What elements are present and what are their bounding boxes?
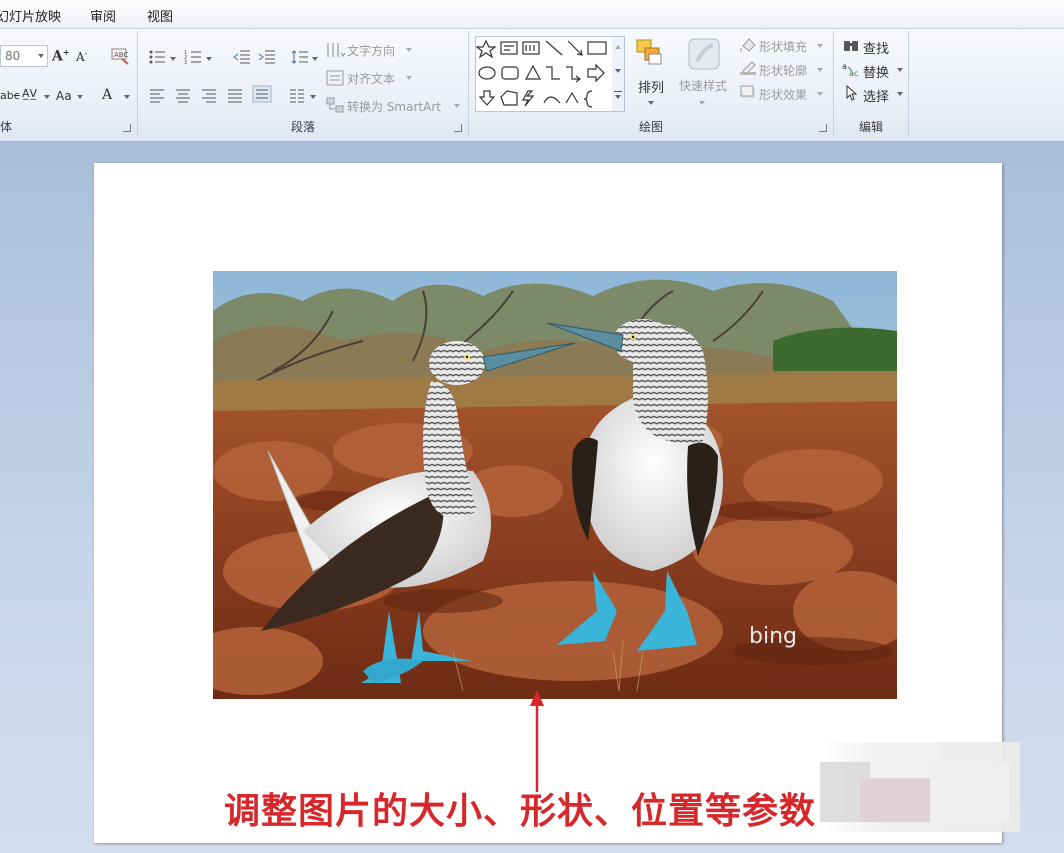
justify-icon[interactable]	[226, 87, 244, 103]
align-center-icon[interactable]	[174, 87, 192, 103]
menu-slideshow[interactable]: 幻灯片放映	[0, 6, 61, 25]
shape-outline-icon	[740, 61, 756, 75]
menu-review[interactable]: 审阅	[90, 6, 116, 25]
blurred-watermark-area	[820, 742, 1020, 832]
bullets-icon[interactable]	[148, 49, 168, 65]
find-button[interactable]: 查找	[863, 38, 889, 57]
slide-caption: 调整图片的大小、形状、位置等参数	[224, 791, 817, 832]
ribbon: 80 A+ A- ABC abc A̲V̲ Aa A 体 123 文字方向 对齐…	[0, 29, 1064, 142]
shape-outline-button[interactable]: 形状轮廓	[759, 62, 807, 79]
drawing-dialog-launcher[interactable]	[819, 124, 827, 132]
change-case-button[interactable]: Aa	[56, 89, 72, 103]
editing-group: 查找 a ac 替换 选择 编辑	[834, 31, 909, 137]
quick-styles-button[interactable]: 快速样式	[679, 77, 727, 94]
clear-format-icon[interactable]: ABC	[110, 47, 132, 65]
shape-fill-button[interactable]: 形状填充	[759, 38, 807, 55]
font-size-value: 80	[5, 49, 21, 63]
drawing-group: 排列 快速样式 形状填充 形状轮廓 形状效果 绘图	[469, 31, 834, 137]
font-group: 80 A+ A- ABC abc A̲V̲ Aa A 体	[0, 31, 138, 137]
font-color-button[interactable]: A	[102, 87, 112, 103]
text-direction-icon	[327, 43, 345, 57]
select-button[interactable]: 选择	[863, 86, 889, 105]
quick-styles-icon	[688, 38, 720, 70]
columns-icon[interactable]	[288, 87, 306, 103]
font-dialog-launcher[interactable]	[123, 124, 131, 132]
bing-watermark: bing	[749, 624, 797, 649]
blue-footed-boobies-image: bing	[213, 271, 897, 699]
select-cursor-icon	[846, 85, 858, 101]
menu-bar: 幻灯片放映 审阅 视图	[0, 0, 1064, 29]
menu-view[interactable]: 视图	[147, 6, 173, 25]
font-group-label: 体	[0, 120, 13, 134]
distributed-icon[interactable]	[252, 85, 272, 103]
svg-text:a: a	[842, 62, 847, 71]
align-left-icon[interactable]	[148, 87, 166, 103]
strikethrough-button[interactable]: abc	[0, 89, 20, 102]
shape-effects-icon	[740, 85, 755, 98]
svg-text:3: 3	[184, 60, 187, 65]
smartart-icon	[326, 97, 344, 113]
shapes-gallery[interactable]	[475, 36, 613, 112]
arrange-icon	[636, 39, 662, 65]
paragraph-group: 123 文字方向 对齐文本 转换为 SmartArt 段落	[138, 31, 469, 137]
drawing-group-label: 绘图	[638, 120, 663, 134]
grow-font-button[interactable]: A+	[52, 47, 70, 65]
paragraph-group-label: 段落	[290, 120, 315, 134]
align-text-icon	[326, 70, 344, 86]
font-size-combo[interactable]: 80	[0, 45, 48, 67]
numbering-icon[interactable]: 123	[184, 49, 204, 65]
line-spacing-icon[interactable]	[290, 49, 310, 65]
shape-effects-button[interactable]: 形状效果	[759, 86, 807, 103]
editing-group-label: 编辑	[858, 120, 883, 134]
text-direction-button[interactable]: 文字方向	[347, 42, 395, 59]
char-spacing-button[interactable]: A̲V̲	[22, 87, 37, 100]
slide-picture[interactable]: bing	[213, 271, 897, 699]
red-arrow-icon	[530, 690, 544, 792]
align-text-button[interactable]: 对齐文本	[347, 70, 395, 87]
replace-icon: a ac	[842, 62, 858, 77]
shape-fill-icon	[740, 38, 756, 52]
svg-text:ac: ac	[849, 69, 858, 77]
arrange-button[interactable]: 排列	[638, 77, 664, 96]
shrink-font-button[interactable]: A-	[76, 49, 87, 64]
align-right-icon[interactable]	[200, 87, 218, 103]
convert-smartart-button[interactable]: 转换为 SmartArt	[347, 98, 441, 115]
decrease-indent-icon[interactable]	[232, 49, 252, 65]
replace-button[interactable]: 替换	[863, 62, 889, 81]
svg-text:ABC: ABC	[114, 51, 128, 59]
find-binoculars-icon	[844, 41, 858, 51]
shapes-grid-icon	[475, 39, 607, 108]
increase-indent-icon[interactable]	[257, 49, 277, 65]
shapes-gallery-scroll[interactable]	[612, 36, 625, 112]
paragraph-dialog-launcher[interactable]	[454, 124, 462, 132]
